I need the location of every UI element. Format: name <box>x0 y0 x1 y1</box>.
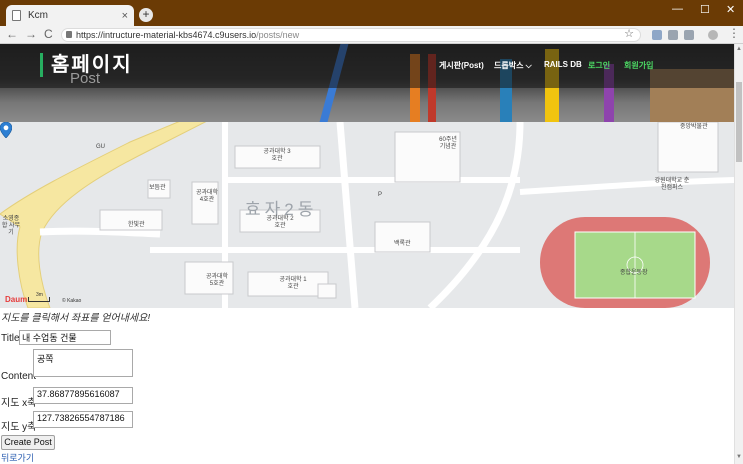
create-post-button[interactable]: Create Post <box>1 435 55 450</box>
map-label-eng1: 공과대학 1호관 <box>279 277 307 290</box>
scroll-down-icon[interactable]: ▼ <box>736 454 742 460</box>
map-label-eng4: 공과대학 4호관 <box>195 190 219 203</box>
page-icon <box>12 10 21 21</box>
x-coord-label: 지도 x축 <box>1 398 37 409</box>
map-label-museum: 중앙박물관 <box>680 124 708 130</box>
content-textarea[interactable]: 공쪽 <box>33 349 133 377</box>
browser-toolbar: ← → C https://intructure-material-kbs467… <box>0 26 743 44</box>
map-label-parking: P <box>378 192 383 198</box>
page-scrollbar[interactable]: ▲ ▼ <box>734 44 743 464</box>
maximize-icon[interactable]: ☐ <box>700 3 710 16</box>
close-window-icon[interactable]: ✕ <box>726 3 735 16</box>
map-hint: 지도를 클릭해서 좌표를 얻어내세요! <box>1 313 151 324</box>
content-label: Content <box>1 371 37 382</box>
nav-rails-db[interactable]: RAILS DB <box>544 60 582 69</box>
map-label-baekrok: 백록관 <box>394 241 411 247</box>
tab-close-icon[interactable]: × <box>122 10 128 22</box>
map-label-hanbit: 한빛관 <box>128 222 145 228</box>
title-input[interactable] <box>19 330 111 345</box>
map-label-university: 강원대학교 춘천캠퍼스 <box>654 178 690 191</box>
map-label-gu: GU <box>96 144 105 150</box>
back-link[interactable]: 뒤로가기 <box>1 451 34 464</box>
y-coord-label: 지도 y축 <box>1 422 37 433</box>
nav-dropdown[interactable]: 드롭박스 ⌵ <box>494 60 532 71</box>
site-header: Post 홈페이지 게시판(Post) 드롭박스 ⌵ RAILS DB 로그인 … <box>0 44 734 122</box>
title-label: Title <box>1 333 20 344</box>
map-label-eng3: 공과대학 3호관 <box>263 149 291 162</box>
extension-icon[interactable] <box>652 30 662 40</box>
map-label-stadium: 종합운동장 <box>620 270 648 276</box>
map-label-memorial: 60주년 기념관 <box>439 137 457 150</box>
browser-titlebar: Kcm × + — ☐ ✕ <box>0 0 743 26</box>
map-label-eng2: 공과대학 2호관 <box>266 216 294 229</box>
y-coord-field[interactable]: 127.73826554787186 <box>33 411 133 428</box>
forward-arrow-icon[interactable]: → <box>25 27 37 41</box>
nav-post[interactable]: 게시판(Post) <box>439 60 484 71</box>
x-coord-field[interactable]: 37.86877895616087 <box>33 387 133 404</box>
extension-icon[interactable] <box>684 30 694 40</box>
scroll-thumb[interactable] <box>736 82 742 162</box>
map-marker-icon[interactable] <box>0 122 12 138</box>
reload-icon[interactable]: C <box>44 27 53 41</box>
map-scale-bar <box>28 297 50 302</box>
daum-logo: Daum <box>5 295 28 304</box>
map-label-eng5: 공과대학 5호관 <box>205 274 229 287</box>
site-brand[interactable]: 홈페이지 <box>40 53 133 77</box>
address-bar[interactable]: https://intructure-material-kbs4674.c9us… <box>61 28 641 42</box>
lock-icon <box>66 31 72 38</box>
browser-tab[interactable]: Kcm × <box>6 5 134 26</box>
map-label-office: 소영종합 사무기 <box>1 216 21 236</box>
map-view[interactable]: 효자2동 GU 중앙박물관 보듬관 공과대학 4호관 공과대학 3호관 공과대학… <box>0 122 734 308</box>
map-graphics <box>0 122 734 308</box>
back-arrow-icon[interactable]: ← <box>6 27 18 41</box>
tab-title: Kcm <box>28 10 48 21</box>
nav-signup[interactable]: 회원가입 <box>624 60 653 71</box>
nav-login[interactable]: 로그인 <box>588 60 610 71</box>
bookmark-star-icon[interactable]: ☆ <box>624 28 634 40</box>
extension-icon[interactable] <box>668 30 678 40</box>
profile-icon[interactable] <box>708 30 718 40</box>
map-copyright: © Kakao <box>62 298 82 304</box>
menu-icon[interactable]: ⋮ <box>728 26 740 40</box>
url-host: https://intructure-material-kbs4674.c9us… <box>76 30 257 40</box>
url-path: /posts/new <box>256 30 300 40</box>
minimize-icon[interactable]: — <box>672 3 683 15</box>
new-tab-button[interactable]: + <box>139 8 153 22</box>
scroll-up-icon[interactable]: ▲ <box>736 46 742 52</box>
map-label-boeung: 보듬관 <box>149 185 166 191</box>
